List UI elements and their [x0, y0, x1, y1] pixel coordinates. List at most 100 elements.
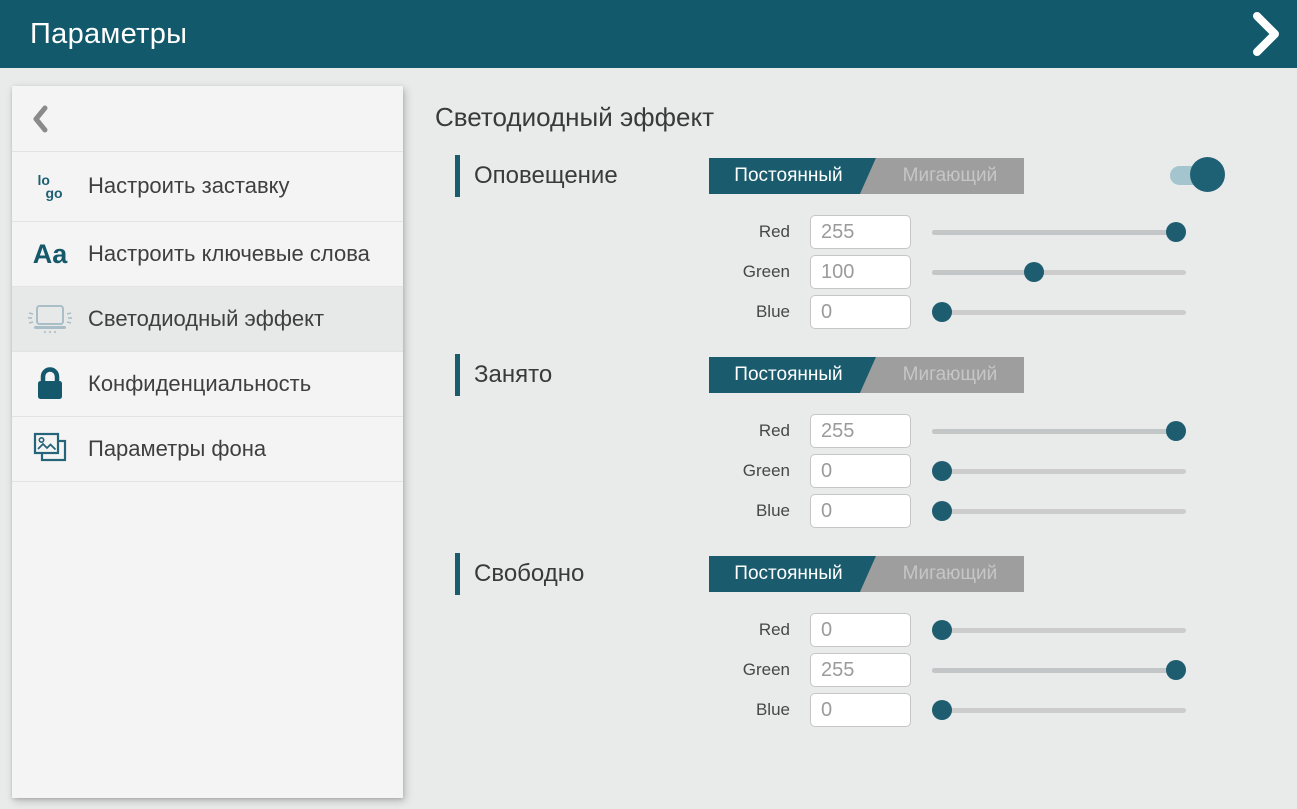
slider-thumb[interactable]: [1166, 222, 1186, 242]
back-chevron-icon: [32, 105, 49, 133]
section-accent-bar: [455, 155, 460, 197]
slider-thumb[interactable]: [1166, 421, 1186, 441]
section-name: Свободно: [474, 560, 584, 588]
blue-value-input[interactable]: [810, 494, 911, 528]
channel-label: Red: [435, 421, 790, 441]
slider-track: [932, 310, 1186, 315]
channel-row-green: Green: [435, 255, 1297, 289]
channel-label: Red: [435, 620, 790, 640]
alert-toggle-switch[interactable]: [1170, 157, 1225, 193]
channel-row-green: Green: [435, 454, 1297, 488]
toggle-thumb: [1190, 157, 1225, 192]
section-name: Занято: [474, 361, 552, 389]
channel-label: Green: [435, 660, 790, 680]
red-value-input[interactable]: [810, 613, 911, 647]
sidebar-back-button[interactable]: [12, 86, 403, 152]
green-slider[interactable]: [932, 454, 1186, 488]
mode-tabs: Постоянный Мигающий: [709, 357, 1024, 393]
section-header: Свободно Постоянный Мигающий: [435, 553, 1297, 595]
green-value-input[interactable]: [810, 653, 911, 687]
tab-solid[interactable]: Постоянный: [709, 556, 876, 592]
sidebar-item-keywords[interactable]: Aa Настроить ключевые слова: [12, 222, 403, 287]
settings-sidebar: logo Настроить заставку Aa Настроить клю…: [12, 86, 403, 798]
channel-label: Blue: [435, 700, 790, 720]
tab-solid[interactable]: Постоянный: [709, 158, 876, 194]
channel-row-green: Green: [435, 653, 1297, 687]
red-value-input[interactable]: [810, 414, 911, 448]
text-aa-icon: Aa: [12, 241, 88, 268]
slider-thumb[interactable]: [932, 302, 952, 322]
slider-thumb[interactable]: [1024, 262, 1044, 282]
tab-solid[interactable]: Постоянный: [709, 357, 876, 393]
rgb-channels: Red Green Blue: [435, 215, 1297, 329]
red-slider[interactable]: [932, 414, 1186, 448]
slider-track: [932, 469, 1186, 474]
logo-icon: logo: [12, 174, 88, 200]
slider-fill: [932, 429, 1176, 434]
channel-label: Green: [435, 461, 790, 481]
slider-track: [932, 708, 1186, 713]
mode-tabs: Постоянный Мигающий: [709, 556, 1024, 592]
sidebar-item-label: Настроить ключевые слова: [88, 228, 386, 281]
slider-fill: [932, 270, 1034, 275]
slider-thumb[interactable]: [932, 501, 952, 521]
tab-blinking[interactable]: Мигающий: [876, 556, 1024, 592]
blue-value-input[interactable]: [810, 295, 911, 329]
slider-thumb[interactable]: [1166, 660, 1186, 680]
channel-row-red: Red: [435, 215, 1297, 249]
green-slider[interactable]: [932, 653, 1186, 687]
channel-row-red: Red: [435, 414, 1297, 448]
background-images-icon: [12, 430, 88, 468]
blue-slider[interactable]: [932, 295, 1186, 329]
section-accent-bar: [455, 354, 460, 396]
led-screen-icon: [12, 301, 88, 337]
channel-row-blue: Blue: [435, 693, 1297, 727]
channel-row-red: Red: [435, 613, 1297, 647]
channel-label: Blue: [435, 501, 790, 521]
sidebar-item-label: Настроить заставку: [88, 160, 306, 213]
section-name: Оповещение: [474, 162, 618, 190]
channel-row-blue: Blue: [435, 494, 1297, 528]
sidebar-item-splash-screen[interactable]: logo Настроить заставку: [12, 152, 403, 222]
slider-fill: [932, 230, 1176, 235]
blue-slider[interactable]: [932, 693, 1186, 727]
tab-blinking[interactable]: Мигающий: [876, 158, 1024, 194]
slider-fill: [932, 668, 1176, 673]
sidebar-item-label: Светодиодный эффект: [88, 293, 340, 346]
slider-thumb[interactable]: [932, 700, 952, 720]
channel-row-blue: Blue: [435, 295, 1297, 329]
sidebar-item-label: Параметры фона: [88, 423, 282, 476]
panel-title: Светодиодный эффект: [435, 102, 1297, 133]
lock-icon: [12, 365, 88, 403]
red-slider[interactable]: [932, 613, 1186, 647]
slider-thumb[interactable]: [932, 461, 952, 481]
red-slider[interactable]: [932, 215, 1186, 249]
channel-label: Green: [435, 262, 790, 282]
green-slider[interactable]: [932, 255, 1186, 289]
sidebar-item-led-effect[interactable]: Светодиодный эффект: [12, 287, 403, 352]
green-value-input[interactable]: [810, 454, 911, 488]
app-header: Параметры: [0, 0, 1297, 68]
green-value-input[interactable]: [810, 255, 911, 289]
slider-track: [932, 509, 1186, 514]
sidebar-item-label: Конфиденциальность: [88, 358, 327, 411]
channel-label: Red: [435, 222, 790, 242]
slider-track: [932, 628, 1186, 633]
channel-label: Blue: [435, 302, 790, 322]
rgb-channels: Red Green Blue: [435, 414, 1297, 528]
sidebar-item-privacy[interactable]: Конфиденциальность: [12, 352, 403, 417]
tab-blinking[interactable]: Мигающий: [876, 357, 1024, 393]
sidebar-item-background[interactable]: Параметры фона: [12, 417, 403, 482]
page-title: Параметры: [30, 18, 187, 51]
rgb-channels: Red Green Blue: [435, 613, 1297, 727]
section-busy: Занято Постоянный Мигающий Red Green: [435, 354, 1297, 528]
section-alert: Оповещение Постоянный Мигающий Red: [435, 155, 1297, 329]
section-free: Свободно Постоянный Мигающий Red Green: [435, 553, 1297, 727]
blue-value-input[interactable]: [810, 693, 911, 727]
forward-chevron-icon[interactable]: [1249, 11, 1283, 57]
section-header: Оповещение Постоянный Мигающий: [435, 155, 1297, 197]
section-accent-bar: [455, 553, 460, 595]
blue-slider[interactable]: [932, 494, 1186, 528]
slider-thumb[interactable]: [932, 620, 952, 640]
red-value-input[interactable]: [810, 215, 911, 249]
